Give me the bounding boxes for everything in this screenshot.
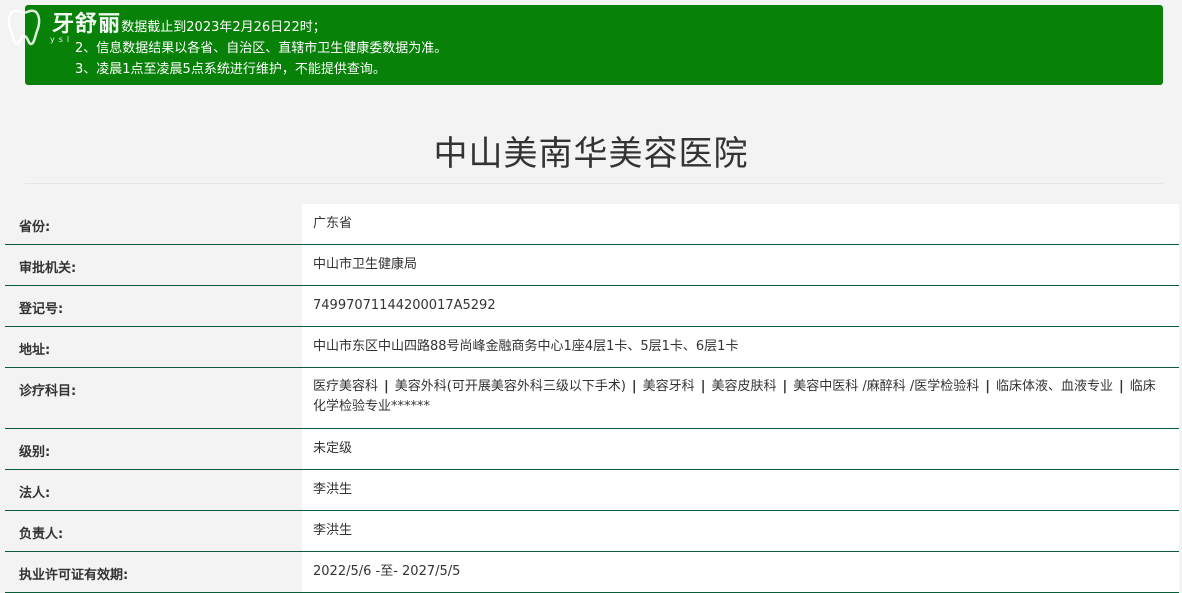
row-label: 诊疗科目:	[5, 368, 302, 428]
department-item: 美容中医科 /麻醉科 /医学检验科	[793, 379, 980, 394]
table-row: 负责人: 李洪生	[5, 511, 1179, 552]
department-separator: |	[985, 379, 990, 394]
notice-line: 2、信息数据结果以各省、自治区、直辖市卫生健康委数据为准。	[75, 41, 448, 56]
row-label: 登记号:	[5, 286, 302, 326]
department-separator: |	[631, 379, 637, 394]
notice-line: 1、数据截止到2023年2月26日22时；	[100, 20, 326, 35]
table-row: 登记号: 74997071144200017A5292	[5, 286, 1179, 327]
table-row: 地址: 中山市东区中山四路88号尚峰金融商务中心1座4层1卡、5层1卡、6层1卡	[5, 327, 1179, 368]
department-item: 临床体液、血液专业	[995, 379, 1113, 394]
row-label: 法人:	[5, 470, 302, 510]
department-item: 美容外科(可开展美容外科三级以下手术)	[394, 379, 626, 394]
departments-value: 医疗美容科 | 美容外科(可开展美容外科三级以下手术) | 美容牙科 | 美容皮肤科 | 美容中…	[302, 368, 1179, 428]
page-title: 中山美南华美容医院	[433, 134, 749, 174]
row-value: 中山市东区中山四路88号尚峰金融商务中心1座4层1卡、5层1卡、6层1卡	[302, 327, 1179, 367]
row-label: 审批机关:	[5, 245, 302, 285]
department-item: 医疗美容科	[313, 379, 379, 394]
table-row: 执业许可证有效期: 2022/5/6 -至- 2027/5/5	[5, 552, 1179, 593]
row-value: 李洪生	[302, 470, 1179, 510]
table-row: 诊疗科目: 医疗美容科 | 美容外科(可开展美容外科三级以下手术) | 美容牙科 | 美容皮…	[5, 368, 1179, 429]
department-separator: |	[384, 379, 389, 394]
notice-line: 3、凌晨1点至凌晨5点系统进行维护，不能提供查询。	[75, 62, 386, 77]
info-table: 省份: 广东省 审批机关: 中山市卫生健康局 登记号: 749970711442…	[5, 204, 1179, 593]
divider	[25, 183, 1163, 184]
table-row: 省份: 广东省	[5, 204, 1179, 245]
row-value: 74997071144200017A5292	[302, 286, 1179, 326]
table-row: 级别: 未定级	[5, 429, 1179, 470]
row-label: 省份:	[5, 204, 302, 244]
table-row: 审批机关: 中山市卫生健康局	[5, 245, 1179, 286]
department-separator: |	[782, 379, 788, 394]
row-value: 中山市卫生健康局	[302, 245, 1179, 285]
row-label: 负责人:	[5, 511, 302, 551]
table-row: 法人: 李洪生	[5, 470, 1179, 511]
row-value: 2022/5/6 -至- 2027/5/5	[302, 552, 1179, 592]
row-label: 级别:	[5, 429, 302, 469]
department-separator: |	[700, 379, 706, 394]
department-item: 美容皮肤科	[711, 379, 777, 394]
row-label: 执业许可证有效期:	[5, 552, 302, 592]
notice-banner: 1、数据截止到2023年2月26日22时； 2、信息数据结果以各省、自治区、直辖…	[25, 5, 1163, 85]
row-value: 未定级	[302, 429, 1179, 469]
row-label: 地址:	[5, 327, 302, 367]
department-item: 美容牙科	[642, 379, 695, 394]
row-value: 广东省	[302, 204, 1179, 244]
department-separator: |	[1119, 379, 1124, 394]
row-value: 李洪生	[302, 511, 1179, 551]
